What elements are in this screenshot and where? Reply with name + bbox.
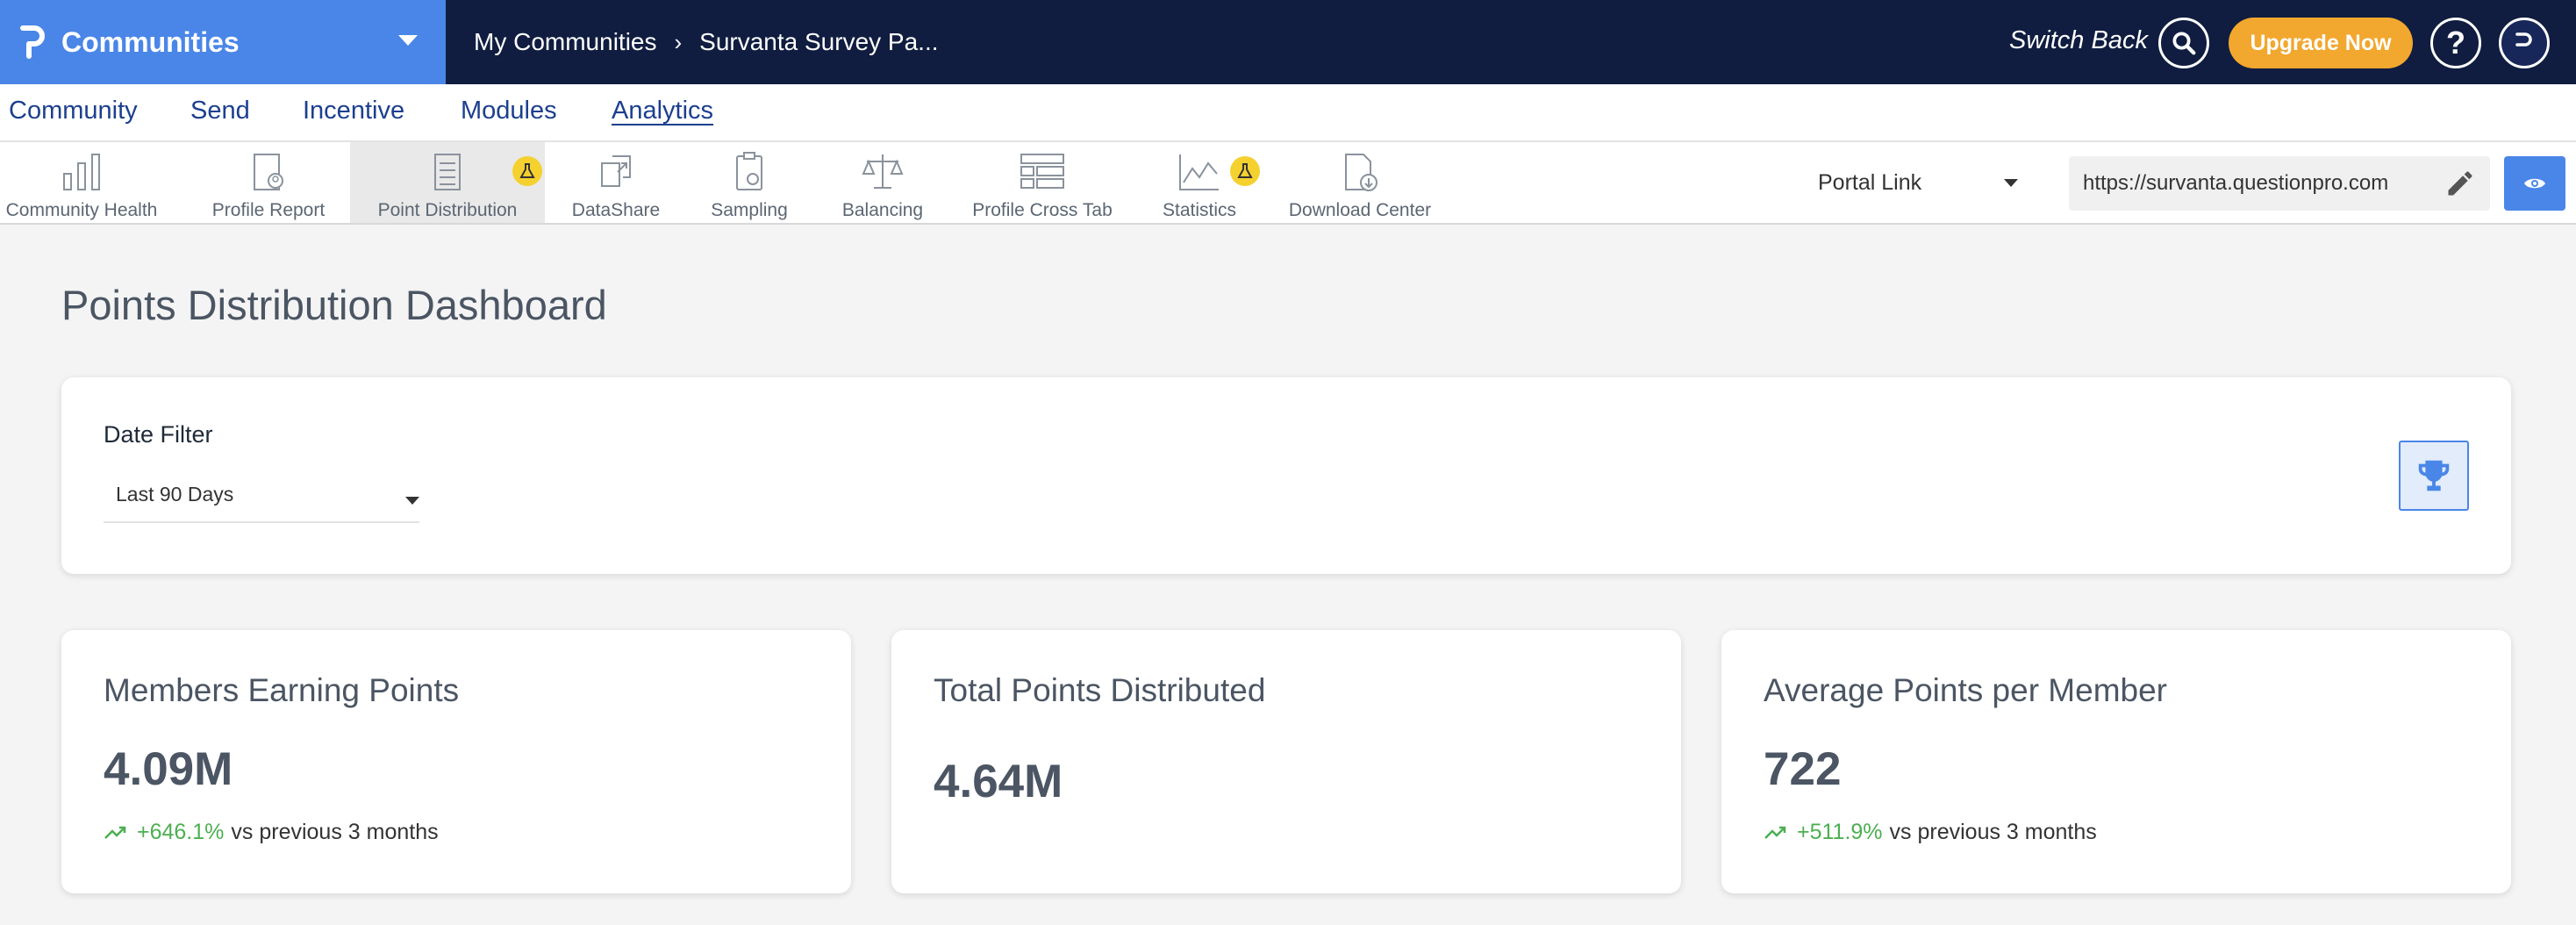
- breadcrumb: My Communities › Survanta Survey Pa...: [474, 0, 939, 84]
- trend-percentage: +511.9%: [1797, 820, 1883, 844]
- sampling-icon: [736, 152, 762, 190]
- statistics-icon: [1179, 154, 1219, 190]
- chevron-right-icon: ›: [674, 28, 683, 55]
- questionpro-avatar-icon: [2515, 32, 2532, 47]
- tool-label: Statistics: [1162, 200, 1237, 220]
- balance-scale-icon: [862, 154, 904, 189]
- app-switcher[interactable]: Communities: [0, 0, 446, 84]
- nav-incentive[interactable]: Incentive: [303, 97, 404, 125]
- portal-url-value: https://survanta.questionpro.com: [2083, 171, 2389, 195]
- portal-url-field[interactable]: https://survanta.questionpro.com: [2069, 156, 2490, 211]
- metric-title: Total Points Distributed: [934, 672, 1266, 708]
- tool-download-center[interactable]: Download Center: [1283, 142, 1437, 223]
- switch-back-link[interactable]: Switch Back: [2009, 26, 2148, 55]
- date-filter-card: Date Filter Last 90 Days: [61, 377, 2511, 574]
- chevron-down-icon: [405, 497, 419, 505]
- tool-profile-cross-tab[interactable]: Profile Cross Tab: [969, 142, 1116, 223]
- trend-percentage: +646.1%: [137, 820, 225, 844]
- tool-balancing[interactable]: Balancing: [828, 142, 937, 223]
- trend-text: vs previous 3 months: [1889, 820, 2097, 844]
- metric-trend: +646.1% vs previous 3 months: [104, 820, 439, 845]
- metric-card-members-earning: Members Earning Points 4.09M +646.1% vs …: [61, 630, 851, 893]
- primary-nav: Community Send Incentive Modules Analyti…: [0, 84, 2576, 142]
- tool-label: Sampling: [711, 200, 788, 220]
- tool-label: Community Health: [5, 200, 158, 220]
- tool-label: Balancing: [841, 200, 924, 220]
- metric-value: 4.64M: [934, 756, 1063, 807]
- metric-value: 722: [1764, 743, 1842, 795]
- tool-community-health[interactable]: Community Health: [0, 142, 163, 223]
- pencil-icon[interactable]: [2444, 168, 2476, 199]
- trending-up-icon: [1764, 826, 1786, 839]
- tool-label: Profile Cross Tab: [972, 200, 1113, 220]
- tool-profile-report[interactable]: Profile Report: [198, 142, 339, 223]
- tool-label: Profile Report: [211, 200, 326, 220]
- leaderboard-button[interactable]: [2399, 441, 2469, 511]
- chevron-down-icon: [398, 35, 418, 46]
- tool-label: Download Center: [1288, 200, 1432, 220]
- help-button[interactable]: ?: [2430, 18, 2481, 68]
- metric-card-total-points: Total Points Distributed 4.64M: [891, 630, 1681, 893]
- cross-tab-icon: [1020, 154, 1064, 189]
- preview-portal-button[interactable]: [2504, 156, 2565, 211]
- trophy-icon: [2418, 460, 2450, 491]
- tool-label: Point Distribution: [377, 200, 518, 220]
- trend-text: vs previous 3 months: [231, 820, 439, 844]
- profile-report-icon: [254, 154, 283, 190]
- date-filter-label: Date Filter: [104, 421, 213, 448]
- date-filter-value: Last 90 Days: [116, 483, 234, 506]
- metric-title: Average Points per Member: [1764, 672, 2167, 708]
- beta-flask-icon: [512, 156, 542, 186]
- beta-flask-icon: [1230, 156, 1260, 186]
- metric-title: Members Earning Points: [104, 672, 460, 708]
- portal-link-select[interactable]: Portal Link: [1818, 170, 2029, 205]
- questionpro-logo-icon: [20, 25, 45, 59]
- metric-trend: +511.9% vs previous 3 months: [1764, 820, 2097, 845]
- breadcrumb-my-communities[interactable]: My Communities: [474, 28, 656, 56]
- nav-analytics[interactable]: Analytics: [612, 97, 713, 125]
- nav-modules[interactable]: Modules: [461, 97, 557, 125]
- bar-chart-icon: [63, 154, 100, 190]
- tool-sampling[interactable]: Sampling: [695, 142, 804, 223]
- user-avatar-button[interactable]: [2499, 18, 2550, 68]
- datashare-icon: [601, 155, 631, 187]
- point-distribution-icon: [434, 154, 461, 190]
- breadcrumb-current-community[interactable]: Survanta Survey Pa...: [699, 28, 938, 56]
- metric-value: 4.09M: [104, 743, 233, 795]
- chevron-down-icon: [2004, 179, 2018, 187]
- top-bar: Communities My Communities › Survanta Su…: [0, 0, 2576, 84]
- question-mark-icon: ?: [2446, 25, 2465, 61]
- metric-card-average-points: Average Points per Member 722 +511.9% vs…: [1721, 630, 2511, 893]
- search-button[interactable]: [2158, 18, 2209, 68]
- page-title: Points Distribution Dashboard: [61, 282, 607, 328]
- eye-icon: [2524, 178, 2545, 189]
- upgrade-now-button[interactable]: Upgrade Now: [2229, 18, 2413, 68]
- tool-point-distribution[interactable]: Point Distribution: [350, 142, 545, 223]
- date-filter-select[interactable]: Last 90 Days: [104, 472, 419, 523]
- tool-datashare[interactable]: DataShare: [562, 142, 670, 223]
- nav-community[interactable]: Community: [9, 97, 138, 125]
- nav-send[interactable]: Send: [190, 97, 250, 125]
- download-center-icon: [1345, 154, 1377, 191]
- tool-label: DataShare: [571, 200, 661, 220]
- trending-up-icon: [104, 826, 126, 839]
- search-icon: [2172, 32, 2196, 55]
- app-title: Communities: [61, 25, 240, 58]
